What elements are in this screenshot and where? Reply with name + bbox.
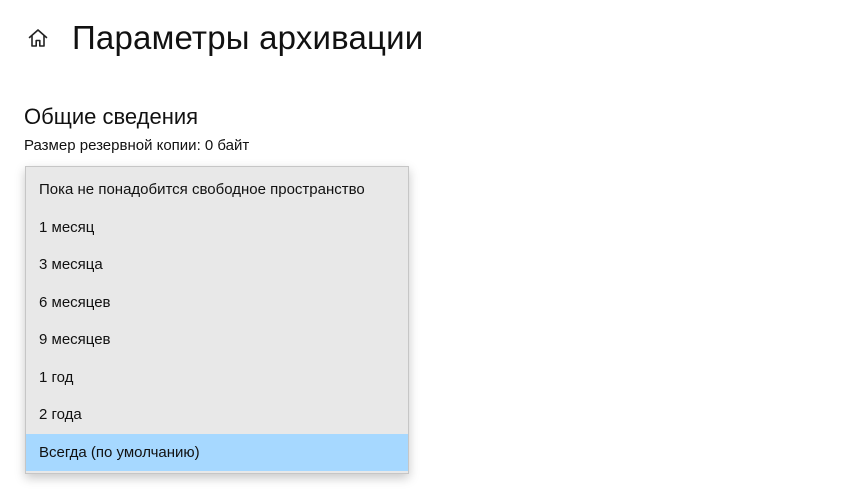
dropdown-option-3-months[interactable]: 3 месяца (26, 246, 408, 284)
backup-size-text: Размер резервной копии: 0 байт (24, 137, 250, 154)
page-title: Параметры архивации (72, 19, 424, 56)
dropdown-option-2-years[interactable]: 2 года (26, 396, 408, 434)
section-title: Общие сведения (24, 104, 199, 129)
dropdown-option-1-month[interactable]: 1 месяц (26, 209, 408, 247)
page-header: Параметры архивации (24, 14, 423, 62)
retention-dropdown-list: Пока не понадобится свободное пространст… (25, 166, 409, 474)
dropdown-option-9-months[interactable]: 9 месяцев (26, 321, 408, 359)
dropdown-option-1-year[interactable]: 1 год (26, 359, 408, 397)
dropdown-option-6-months[interactable]: 6 месяцев (26, 284, 408, 322)
dropdown-option-until-space-needed[interactable]: Пока не понадобится свободное пространст… (26, 171, 408, 209)
home-icon (28, 29, 48, 47)
dropdown-option-forever[interactable]: Всегда (по умолчанию) (26, 433, 408, 471)
home-button[interactable] (24, 24, 52, 52)
